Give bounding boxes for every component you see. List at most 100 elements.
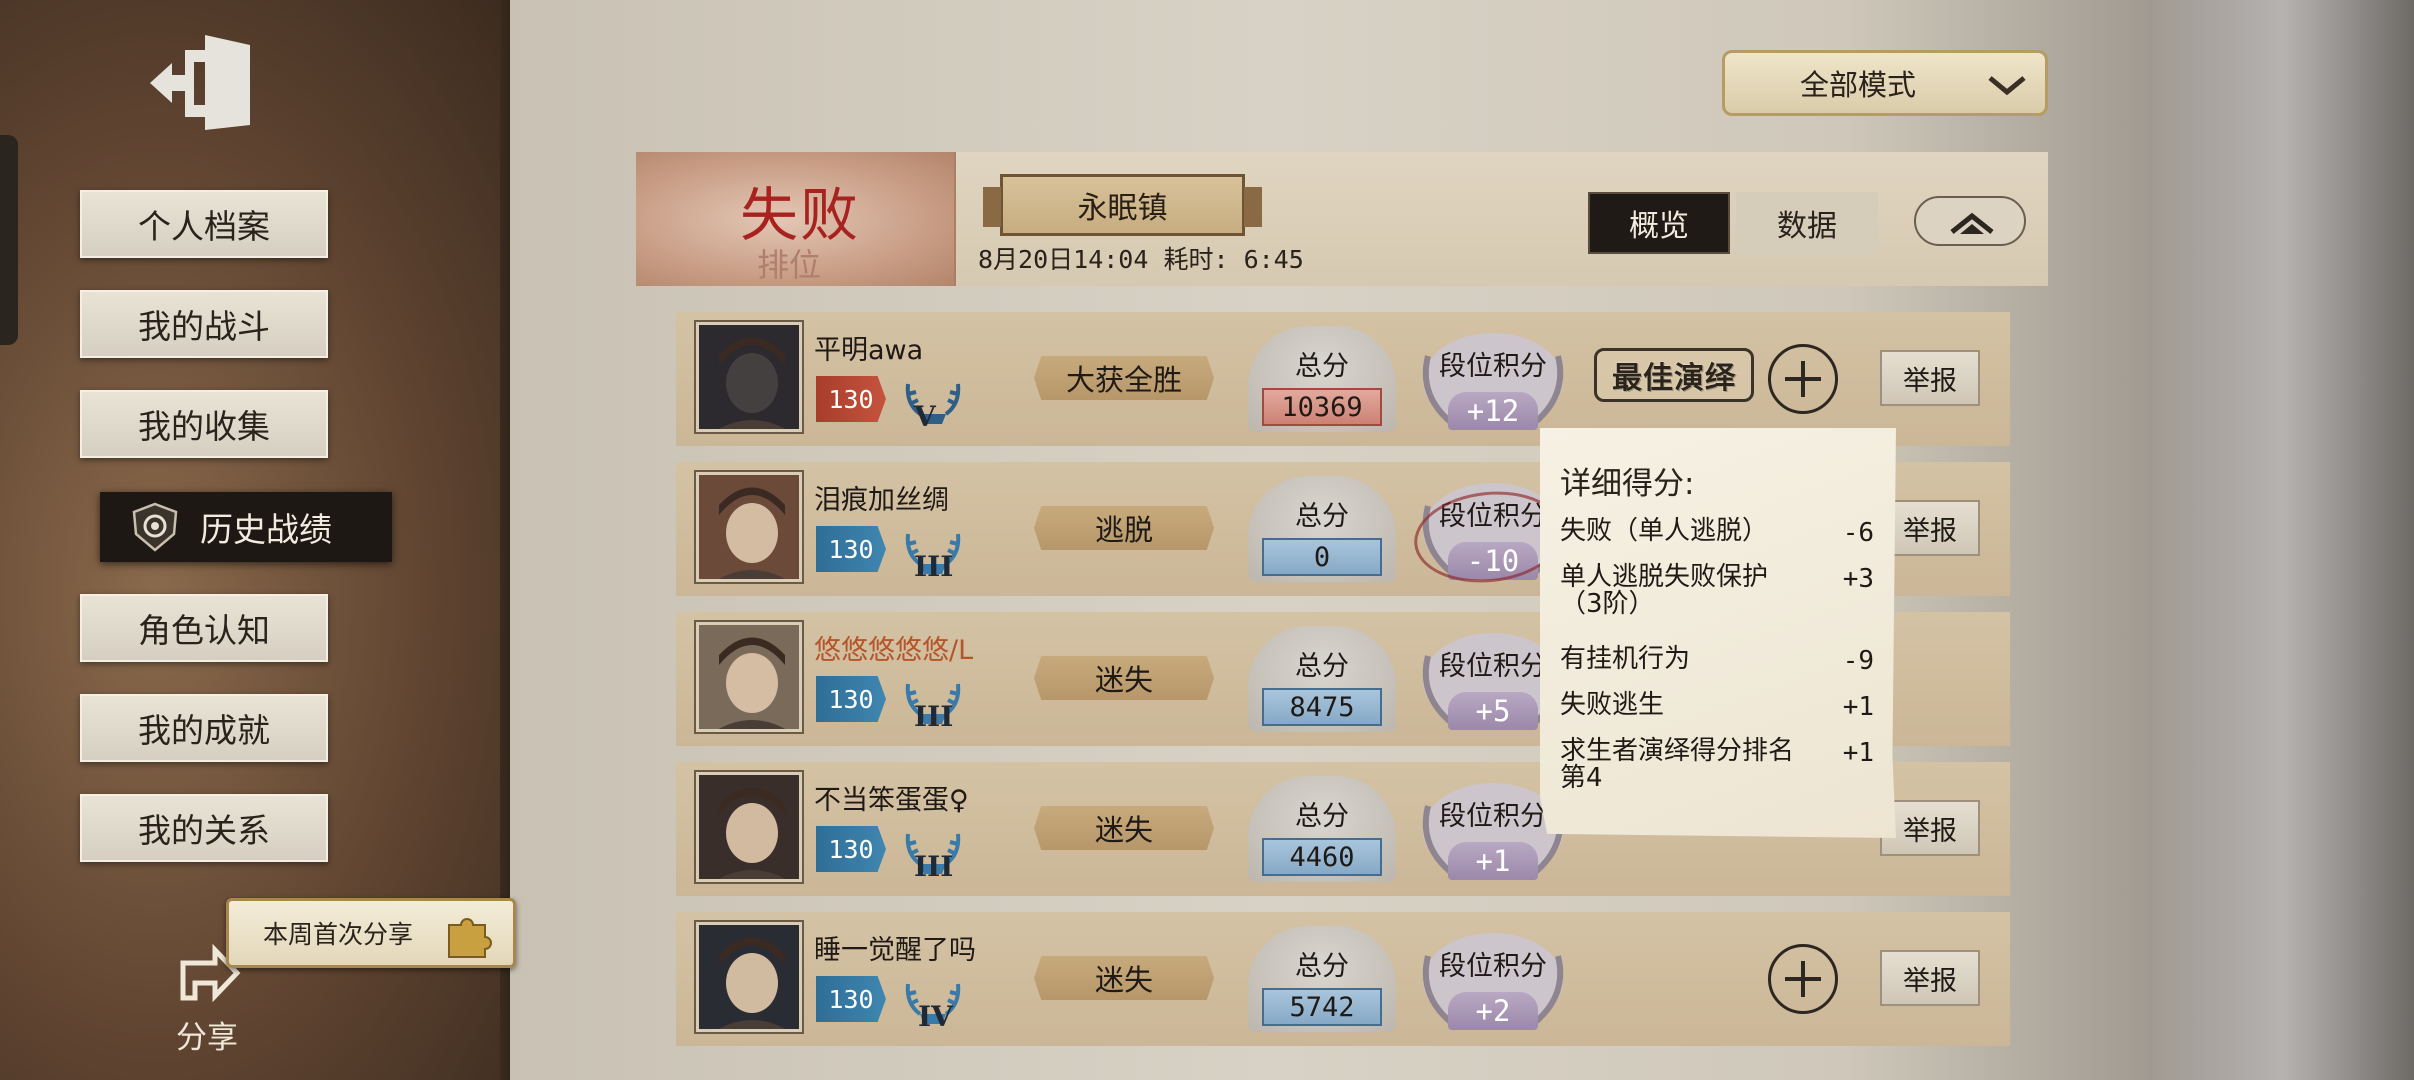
sidebar-item-label: 我的收集	[138, 407, 270, 446]
rank-points-label: 段位积分	[1439, 351, 1547, 382]
avatar[interactable]	[696, 322, 802, 432]
score-value: 8475	[1262, 688, 1382, 726]
chevron-up-icon	[1950, 212, 1994, 234]
outcome-label: 逃脱	[1034, 506, 1214, 550]
player-name: 悠悠悠悠悠/L	[814, 635, 974, 666]
report-button[interactable]: 举报	[1880, 950, 1980, 1006]
score-label: 总分	[1295, 951, 1349, 982]
avatar[interactable]	[696, 472, 802, 582]
detail-item-label: 有挂机行为	[1560, 644, 1691, 674]
result-subtitle: 排位	[757, 246, 822, 284]
sidebar-item-character-knowledge[interactable]: 角色认知	[80, 594, 328, 662]
rank-tier-label: III	[914, 700, 954, 733]
rank-points-value: +2	[1448, 992, 1538, 1030]
rank-tier-icon: III	[898, 514, 968, 584]
rank-points-value: +5	[1448, 692, 1538, 730]
score-label: 总分	[1295, 501, 1349, 532]
outcome-label: 大获全胜	[1034, 356, 1214, 400]
detail-item-value: -9	[1842, 646, 1874, 676]
tab-overview[interactable]: 概览	[1588, 192, 1730, 254]
report-label: 举报	[1903, 965, 1957, 997]
outcome-text: 迷失	[1094, 663, 1153, 697]
player-row: 平明awa 130 V 大获全胜 总分 10369 段位积分 +12 最佳演绎 举报	[676, 312, 2010, 446]
rank-points-value: +1	[1448, 842, 1538, 880]
sidebar-item-battles[interactable]: 我的战斗	[80, 290, 328, 358]
rank-tier-icon: III	[898, 664, 968, 734]
add-friend-button[interactable]	[1768, 344, 1838, 414]
sidebar-item-label: 历史战绩	[200, 510, 332, 549]
score-label: 总分	[1295, 651, 1349, 682]
sidebar-item-profile[interactable]: 个人档案	[80, 190, 328, 258]
sidebar-item-label: 我的战斗	[138, 307, 270, 346]
level-badge: 130	[816, 676, 886, 722]
sidebar-item-relations[interactable]: 我的关系	[80, 794, 328, 862]
share-label: 分享	[176, 1020, 238, 1056]
score-value: 10369	[1262, 388, 1382, 426]
outcome-text: 迷失	[1094, 813, 1153, 847]
rank-tier-icon: III	[898, 814, 968, 884]
avatar[interactable]	[696, 772, 802, 882]
sidebar-item-collection[interactable]: 我的收集	[80, 390, 328, 458]
score-value: 0	[1262, 538, 1382, 576]
avatar[interactable]	[696, 922, 802, 1032]
side-handle[interactable]	[0, 135, 18, 345]
rank-points-value: +12	[1448, 392, 1538, 430]
tab-label: 概览	[1629, 209, 1689, 244]
outcome-text: 迷失	[1094, 963, 1153, 997]
add-friend-button[interactable]	[1768, 944, 1838, 1014]
score-value: 5742	[1262, 988, 1382, 1026]
outcome-text: 大获全胜	[1065, 363, 1182, 397]
rank-points-card: 段位积分 +2	[1408, 926, 1578, 1032]
share-bubble-label: 本周首次分享	[263, 920, 414, 949]
emblem-icon	[130, 502, 180, 552]
total-score-card: 总分 0	[1248, 476, 1396, 582]
player-name: 睡一觉醒了吗	[814, 935, 976, 966]
outcome-text: 逃脱	[1094, 513, 1153, 547]
share-reward-bubble[interactable]: 本周首次分享	[226, 898, 516, 968]
report-label: 举报	[1903, 365, 1957, 397]
mode-dropdown-value: 全部模式	[1800, 68, 1917, 102]
outcome-label: 迷失	[1034, 656, 1214, 700]
tab-data[interactable]: 数据	[1736, 192, 1878, 254]
avatar[interactable]	[696, 622, 802, 732]
sidebar-item-history[interactable]: 历史战绩	[100, 492, 392, 562]
exit-icon[interactable]	[150, 30, 260, 135]
rank-points-label: 段位积分	[1439, 951, 1547, 982]
sidebar-item-label: 我的成就	[138, 711, 270, 750]
detail-item-value: +1	[1842, 738, 1874, 768]
sidebar-item-label: 我的关系	[138, 811, 270, 850]
level-badge: 130	[816, 376, 886, 422]
score-label: 总分	[1295, 351, 1349, 382]
level-badge: 130	[816, 826, 886, 872]
detail-item-label: 单人逃脱失败保护（3阶）	[1560, 562, 1769, 619]
outcome-label: 迷失	[1034, 956, 1214, 1000]
mode-dropdown[interactable]: 全部模式	[1722, 50, 2048, 116]
detail-item-value: +1	[1842, 692, 1874, 722]
detail-item-label: 失败逃生	[1560, 690, 1665, 720]
detail-item-value: +3	[1842, 564, 1874, 594]
total-score-card: 总分 8475	[1248, 626, 1396, 732]
rank-points-card: 段位积分 +12	[1408, 326, 1578, 432]
collapse-button[interactable]	[1914, 196, 2026, 246]
sidebar-item-achievements[interactable]: 我的成就	[80, 694, 328, 762]
rank-tier-icon: IV	[898, 964, 968, 1034]
paper-light-glow	[2150, 0, 2414, 1080]
rank-tier-icon: V	[898, 364, 968, 434]
detail-item-label: 求生者演绎得分排名第4	[1560, 736, 1795, 793]
puzzle-icon	[443, 911, 493, 961]
mvp-badge: 最佳演绎	[1594, 348, 1754, 402]
rank-tier-label: V	[914, 400, 936, 433]
score-detail-popup: 详细得分: 失败（单人逃脱） -6 单人逃脱失败保护（3阶） +3 有挂机行为 …	[1540, 428, 1896, 838]
report-button[interactable]: 举报	[1880, 350, 1980, 406]
player-name: 不当笨蛋蛋♀	[814, 785, 969, 816]
player-name: 平明awa	[814, 335, 924, 366]
total-score-card: 总分 4460	[1248, 776, 1396, 882]
tab-label: 数据	[1777, 209, 1837, 244]
player-row: 睡一觉醒了吗 130 IV 迷失 总分 5742 段位积分 +2 举报	[676, 912, 2010, 1046]
report-label: 举报	[1903, 515, 1957, 547]
map-name: 永眠镇	[1077, 191, 1168, 226]
player-name: 泪痕加丝绸	[814, 485, 949, 516]
score-label: 总分	[1295, 801, 1349, 832]
detail-item-label: 失败（单人逃脱）	[1560, 516, 1769, 546]
match-time: 8月20日14:04 耗时: 6:45	[978, 245, 1304, 274]
